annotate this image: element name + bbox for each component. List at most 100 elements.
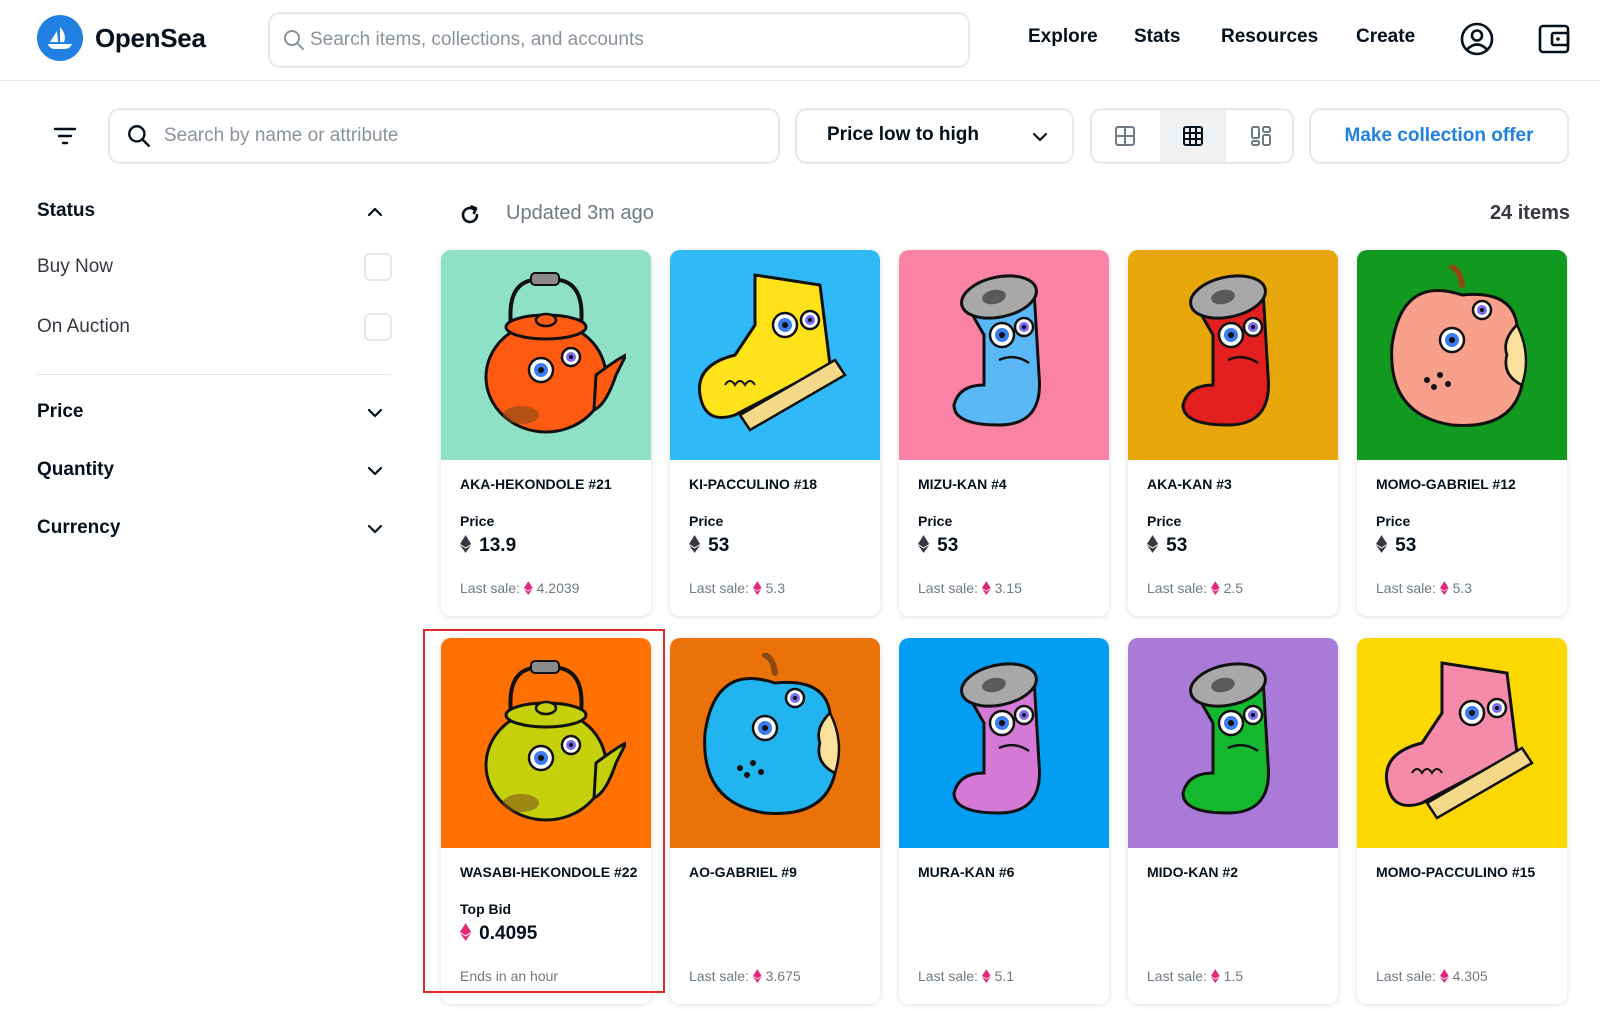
currency-filter-header[interactable]: Currency	[37, 517, 120, 539]
price-filter-header[interactable]: Price	[37, 401, 83, 423]
weth-icon	[523, 581, 533, 595]
footer-label: Ends in an hour	[460, 968, 559, 984]
price-amount: 53	[1166, 535, 1188, 556]
footer-label: Last sale:	[689, 968, 749, 984]
footer-label: Last sale:	[1376, 968, 1436, 984]
weth-icon	[981, 969, 991, 983]
on-auction-option-label: On Auction	[37, 316, 130, 337]
attribute-search-input[interactable]	[164, 122, 764, 150]
opensea-logo-icon[interactable]	[37, 15, 83, 61]
last-sale-value: 4.2039	[536, 580, 580, 596]
quantity-filter-header[interactable]: Quantity	[37, 459, 114, 481]
item-count: 24 items	[1489, 202, 1570, 224]
nft-name: KI-PACCULINO #18	[689, 476, 818, 492]
collection-search-bar[interactable]	[108, 108, 780, 164]
price-label: Top Bid	[460, 901, 512, 917]
eth-icon	[1147, 535, 1159, 553]
last-sale-value: 3.675	[765, 968, 801, 984]
search-icon	[284, 30, 304, 50]
chevron-up-icon[interactable]	[366, 203, 384, 221]
nft-image[interactable]	[670, 250, 880, 460]
sort-dropdown[interactable]: Price low to high	[795, 108, 1074, 164]
view-mode-toggle	[1090, 108, 1294, 164]
nft-image[interactable]	[899, 638, 1109, 848]
nft-card[interactable]: WASABI-HEKONDOLE #22 Top Bid 0.4095 Ends in…	[441, 638, 651, 1004]
price-label: Price	[460, 513, 495, 529]
footer-label: Last sale:	[918, 580, 978, 596]
nft-name: AKA-HEKONDOLE #21	[460, 476, 612, 492]
eth-icon	[689, 535, 701, 553]
global-search-bar[interactable]	[268, 12, 970, 68]
status-filter-header[interactable]: Status	[37, 200, 95, 222]
price-amount: 13.9	[479, 535, 517, 556]
footer-label: Last sale:	[460, 580, 520, 596]
nft-card[interactable]: AKA-KAN #3 Price 53 Last sale: 2.5	[1128, 250, 1338, 616]
filter-icon[interactable]	[53, 124, 77, 148]
weth-icon	[460, 923, 472, 941]
chevron-down-icon	[1032, 132, 1048, 142]
nft-card[interactable]: KI-PACCULINO #18 Price 53 Last sale: 5.3	[670, 250, 880, 616]
weth-icon	[752, 969, 762, 983]
price-label: Price	[1147, 513, 1182, 529]
global-search-input[interactable]	[310, 26, 950, 54]
small-grid-view-button[interactable]	[1160, 110, 1226, 162]
nft-image[interactable]	[1128, 250, 1338, 460]
small-grid-icon	[1183, 126, 1203, 146]
large-grid-view-button[interactable]	[1092, 110, 1158, 162]
nft-card[interactable]: MOMO-PACCULINO #15 Last sale: 4.305	[1357, 638, 1567, 1004]
nft-name: AO-GABRIEL #9	[689, 864, 797, 880]
wallet-icon[interactable]	[1537, 21, 1571, 57]
nft-card[interactable]: MURA-KAN #6 Last sale: 5.1	[899, 638, 1109, 1004]
brand-name[interactable]: OpenSea	[95, 23, 206, 54]
price-value: 13.9	[460, 535, 516, 557]
nav-create[interactable]: Create	[1356, 26, 1415, 48]
on-auction-checkbox[interactable]	[364, 313, 392, 341]
price-amount: 53	[1395, 535, 1417, 556]
nft-image[interactable]	[441, 250, 651, 460]
make-collection-offer-button[interactable]: Make collection offer	[1309, 108, 1569, 164]
nft-image[interactable]	[441, 638, 651, 848]
buy-now-checkbox[interactable]	[364, 253, 392, 281]
eth-icon	[918, 535, 930, 553]
price-label: Price	[918, 513, 953, 529]
last-sale-value: 2.5	[1223, 580, 1244, 596]
price-value: 0.4095	[460, 923, 537, 945]
price-value: 53	[1147, 535, 1187, 557]
chevron-down-icon[interactable]	[366, 520, 384, 538]
footer-label: Last sale:	[1147, 580, 1207, 596]
nft-image[interactable]	[1128, 638, 1338, 848]
card-footer: Last sale: 4.2039	[460, 580, 579, 596]
price-value: 53	[918, 535, 958, 557]
nft-image[interactable]	[899, 250, 1109, 460]
nft-card[interactable]: MIZU-KAN #4 Price 53 Last sale: 3.15	[899, 250, 1109, 616]
nft-image[interactable]	[1357, 250, 1567, 460]
price-amount: 53	[937, 535, 959, 556]
nft-card[interactable]: AO-GABRIEL #9 Last sale: 3.675	[670, 638, 880, 1004]
nav-explore[interactable]: Explore	[1028, 26, 1098, 48]
weth-icon	[1210, 969, 1220, 983]
nav-resources[interactable]: Resources	[1221, 26, 1318, 48]
price-label: Price	[1376, 513, 1411, 529]
nft-name: WASABI-HEKONDOLE #22	[460, 864, 638, 880]
nft-card[interactable]: MOMO-GABRIEL #12 Price 53 Last sale: 5.3	[1357, 250, 1567, 616]
last-sale-value: 1.5	[1223, 968, 1244, 984]
nav-stats[interactable]: Stats	[1134, 26, 1180, 48]
footer-label: Last sale:	[689, 580, 749, 596]
chevron-down-icon[interactable]	[366, 462, 384, 480]
nft-card[interactable]: AKA-HEKONDOLE #21 Price 13.9 Last sale: 4.20…	[441, 250, 651, 616]
nft-card[interactable]: MIDO-KAN #2 Last sale: 1.5	[1128, 638, 1338, 1004]
nft-image[interactable]	[670, 638, 880, 848]
nft-name: MOMO-GABRIEL #12	[1376, 476, 1516, 492]
nft-image[interactable]	[1357, 638, 1567, 848]
chevron-down-icon[interactable]	[366, 404, 384, 422]
top-navbar: OpenSea Explore Stats Resources Create	[0, 0, 1600, 81]
profile-icon[interactable]	[1459, 21, 1495, 57]
last-updated-text: Updated 3m ago	[506, 202, 654, 224]
card-footer: Last sale: 2.5	[1147, 580, 1243, 596]
last-sale-value: 5.3	[765, 580, 786, 596]
refresh-icon[interactable]	[458, 203, 482, 227]
mixed-grid-view-button[interactable]	[1228, 110, 1292, 162]
price-label: Price	[689, 513, 724, 529]
nft-name: MIDO-KAN #2	[1147, 864, 1239, 880]
eth-icon	[1376, 535, 1388, 553]
